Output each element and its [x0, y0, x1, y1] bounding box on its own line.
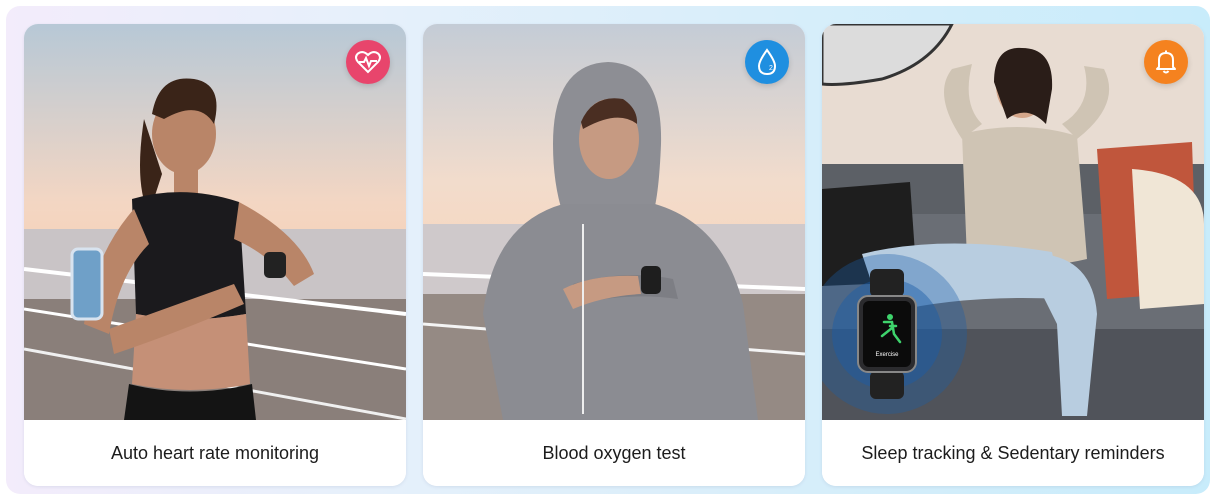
blood-oxygen-icon: 2 — [757, 48, 777, 76]
feature-panel: Auto heart rate monitoring 2 Blood oxyge… — [6, 6, 1210, 494]
blood-oxygen-badge: 2 — [745, 40, 789, 84]
reminder-badge — [1144, 40, 1188, 84]
card-caption: Auto heart rate monitoring — [24, 420, 406, 486]
bell-icon — [1156, 50, 1176, 74]
feature-card-sleep-sedentary[interactable]: Exercise Sleep tracking & Sedentary remi… — [822, 24, 1204, 486]
heart-rate-badge — [346, 40, 390, 84]
watch-screen-label: Exercise — [875, 352, 899, 358]
runner-photo — [24, 24, 406, 420]
hoodie-woman-photo — [423, 24, 805, 420]
feature-card-blood-oxygen[interactable]: 2 Blood oxygen test — [423, 24, 805, 486]
card-caption: Blood oxygen test — [423, 420, 805, 486]
feature-card-heart-rate[interactable]: Auto heart rate monitoring — [24, 24, 406, 486]
svg-text:2: 2 — [769, 65, 773, 72]
card-caption: Sleep tracking & Sedentary reminders — [822, 420, 1204, 486]
sofa-woman-photo: Exercise — [822, 24, 1204, 420]
heart-rate-icon — [355, 51, 381, 74]
